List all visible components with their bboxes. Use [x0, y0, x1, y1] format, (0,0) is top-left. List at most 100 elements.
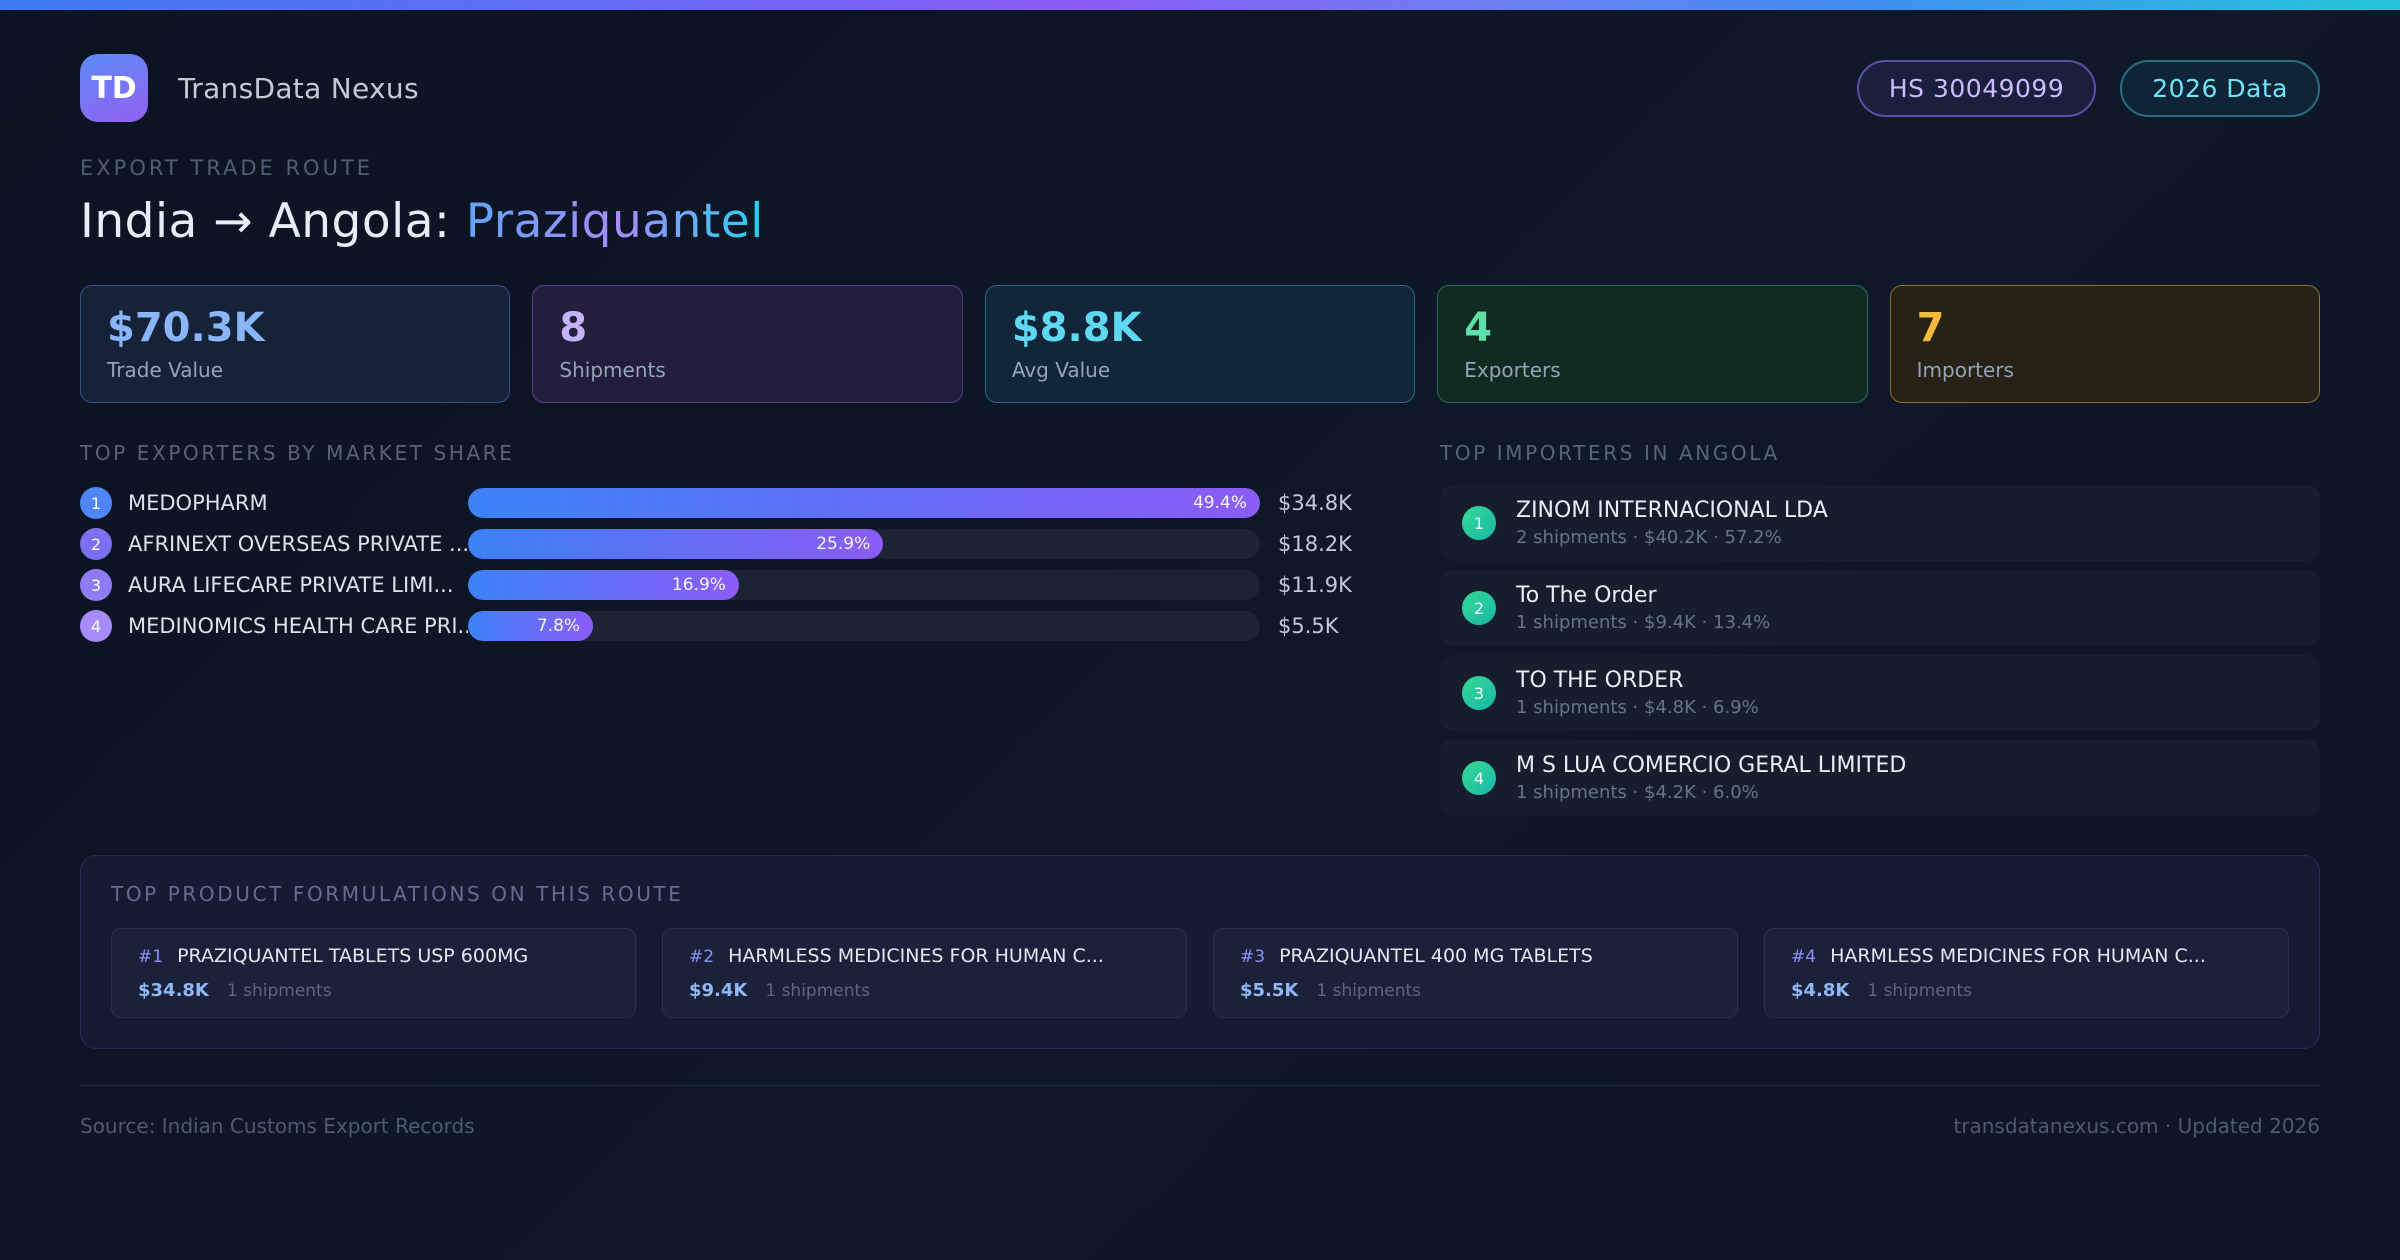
page-title: India → Angola: Praziquantel: [80, 194, 2320, 249]
importer-meta: 2 shipments · $40.2K · 57.2%: [1516, 527, 1782, 548]
stat-value: 4: [1464, 305, 1493, 351]
market-share-bar-fill: 25.9%: [468, 529, 884, 559]
rank-badge: 4: [1462, 761, 1496, 795]
app-logo: TD: [80, 54, 148, 122]
exporter-value: $5.5K: [1278, 614, 1339, 638]
importer-card[interactable]: 4 M S LUA COMERCIO GERAL LIMITED 1 shipm…: [1440, 740, 2320, 816]
footer: Source: Indian Customs Export Records tr…: [80, 1085, 2320, 1138]
footer-site: transdatanexus.com · Updated 2026: [1953, 1114, 2320, 1138]
stat-value: $8.8K: [1011, 305, 1142, 351]
rank-badge: 3: [80, 569, 112, 601]
formulation-name: HARMLESS MEDICINES FOR HUMAN C...: [1830, 945, 2206, 967]
top-accent-bar: [0, 0, 2400, 10]
app-title: TransData Nexus: [178, 71, 419, 105]
formulation-shipments: 1 shipments: [765, 981, 871, 1001]
exporter-name: AURA LIFECARE PRIVATE LIMI...: [128, 573, 454, 597]
importer-meta: 1 shipments · $9.4K · 13.4%: [1516, 612, 1771, 633]
hs-code-badge[interactable]: HS 30049099: [1856, 59, 2097, 117]
page-container: TD TransData Nexus HS 30049099 2026 Data…: [0, 54, 2400, 1138]
importer-name: TO THE ORDER: [1516, 668, 1684, 693]
formulation-value: $34.8K: [138, 980, 209, 1001]
footer-source: Source: Indian Customs Export Records: [80, 1114, 475, 1138]
exporter-row[interactable]: 3 AURA LIFECARE PRIVATE LIMI... 16.9% $1…: [80, 569, 1368, 601]
importer-card[interactable]: 3 TO THE ORDER 1 shipments · $4.8K · 6.9…: [1440, 655, 2320, 731]
exporter-value: $34.8K: [1278, 491, 1352, 515]
share-percent-label: 16.9%: [671, 575, 726, 595]
importer-name: ZINOM INTERNACIONAL LDA: [1516, 498, 1828, 523]
formulation-name: PRAZIQUANTEL 400 MG TABLETS: [1279, 945, 1593, 967]
formulations-panel: TOP PRODUCT FORMULATIONS ON THIS ROUTE #…: [80, 855, 2320, 1049]
rank-badge: 1: [80, 487, 112, 519]
importer-card[interactable]: 1 ZINOM INTERNACIONAL LDA 2 shipments · …: [1440, 485, 2320, 561]
importers-list: 1 ZINOM INTERNACIONAL LDA 2 shipments · …: [1440, 485, 2320, 816]
title-product: Praziquantel: [465, 194, 764, 249]
formulation-card[interactable]: #1 PRAZIQUANTEL TABLETS USP 600MG $34.8K…: [111, 928, 636, 1018]
market-share-bar-track: 49.4%: [468, 488, 1260, 518]
exporters-list: 1 MEDOPHARM 49.4% $34.8K 2 AFRINEXT OVER…: [80, 487, 1368, 642]
rank-badge: 1: [1462, 506, 1496, 540]
market-share-bar-fill: 16.9%: [468, 570, 739, 600]
market-share-bar-fill: 49.4%: [468, 488, 1260, 518]
header: TD TransData Nexus HS 30049099 2026 Data: [80, 54, 2320, 122]
year-data-badge[interactable]: 2026 Data: [2120, 59, 2320, 117]
formulation-rank: #4: [1791, 947, 1817, 967]
stat-card-trade-value: $70.3K Trade Value: [80, 285, 511, 403]
route-eyebrow: EXPORT TRADE ROUTE: [80, 156, 374, 180]
formulation-card[interactable]: #2 HARMLESS MEDICINES FOR HUMAN C... $9.…: [662, 928, 1187, 1018]
share-percent-label: 25.9%: [816, 534, 871, 554]
stat-label: Shipments: [559, 358, 666, 382]
formulation-rank: #3: [1240, 947, 1266, 967]
stat-label: Trade Value: [107, 358, 224, 382]
exporter-value: $11.9K: [1278, 573, 1352, 597]
formulation-name: HARMLESS MEDICINES FOR HUMAN C...: [728, 945, 1104, 967]
stat-label: Importers: [1916, 358, 2014, 382]
rank-badge: 4: [80, 610, 112, 642]
rank-badge: 2: [1462, 591, 1496, 625]
formulation-card[interactable]: #3 PRAZIQUANTEL 400 MG TABLETS $5.5K 1 s…: [1213, 928, 1738, 1018]
formulation-name: PRAZIQUANTEL TABLETS USP 600MG: [177, 945, 529, 967]
share-percent-label: 49.4%: [1192, 493, 1247, 513]
stat-label: Exporters: [1464, 358, 1561, 382]
stat-value: 8: [559, 305, 588, 351]
stat-card-importers: 7 Importers: [1889, 285, 2321, 403]
formulation-shipments: 1 shipments: [1316, 981, 1422, 1001]
importer-name: To The Order: [1516, 583, 1657, 608]
formulation-value: $5.5K: [1240, 980, 1299, 1001]
exporter-row[interactable]: 4 MEDINOMICS HEALTH CARE PRI... 7.8% $5.…: [80, 610, 1368, 642]
market-share-bar-fill: 7.8%: [468, 611, 594, 641]
formulation-value: $9.4K: [689, 980, 748, 1001]
stat-card-exporters: 4 Exporters: [1437, 285, 1868, 403]
stat-cards-row: $70.3K Trade Value 8 Shipments $8.8K Avg…: [80, 285, 2321, 403]
importers-heading: TOP IMPORTERS IN ANGOLA: [1440, 441, 1780, 465]
rank-badge: 2: [80, 528, 112, 560]
formulations-heading: TOP PRODUCT FORMULATIONS ON THIS ROUTE: [111, 882, 684, 906]
formulation-shipments: 1 shipments: [226, 981, 332, 1001]
exporter-name: MEDINOMICS HEALTH CARE PRI...: [128, 614, 468, 638]
exporters-section: TOP EXPORTERS BY MARKET SHARE 1 MEDOPHAR…: [80, 441, 1368, 651]
formulation-card[interactable]: #4 HARMLESS MEDICINES FOR HUMAN C... $4.…: [1764, 928, 2289, 1018]
formulation-rank: #2: [689, 947, 715, 967]
header-badges: HS 30049099 2026 Data: [1856, 59, 2320, 117]
main-columns: TOP EXPORTERS BY MARKET SHARE 1 MEDOPHAR…: [80, 441, 2320, 825]
importer-card[interactable]: 2 To The Order 1 shipments · $9.4K · 13.…: [1440, 570, 2320, 646]
stat-value: 7: [1916, 305, 1945, 351]
rank-badge: 3: [1462, 676, 1496, 710]
stat-card-avg-value: $8.8K Avg Value: [984, 285, 1416, 403]
title-route: India → Angola:: [80, 194, 466, 249]
formulation-shipments: 1 shipments: [1867, 981, 1973, 1001]
stat-label: Avg Value: [1011, 358, 1111, 382]
stat-card-shipments: 8 Shipments: [532, 285, 963, 403]
formulations-list: #1 PRAZIQUANTEL TABLETS USP 600MG $34.8K…: [111, 928, 2289, 1018]
importers-section: TOP IMPORTERS IN ANGOLA 1 ZINOM INTERNAC…: [1440, 441, 2320, 825]
exporter-name: MEDOPHARM: [128, 491, 268, 515]
share-percent-label: 7.8%: [536, 616, 581, 636]
exporter-row[interactable]: 1 MEDOPHARM 49.4% $34.8K: [80, 487, 1368, 519]
importer-meta: 1 shipments · $4.2K · 6.0%: [1516, 782, 1759, 803]
market-share-bar-track: 25.9%: [468, 529, 1260, 559]
exporter-row[interactable]: 2 AFRINEXT OVERSEAS PRIVATE ... 25.9% $1…: [80, 528, 1368, 560]
importer-name: M S LUA COMERCIO GERAL LIMITED: [1516, 753, 1907, 778]
exporter-value: $18.2K: [1278, 532, 1352, 556]
exporters-heading: TOP EXPORTERS BY MARKET SHARE: [80, 441, 515, 465]
formulation-rank: #1: [138, 947, 164, 967]
formulation-value: $4.8K: [1791, 980, 1850, 1001]
